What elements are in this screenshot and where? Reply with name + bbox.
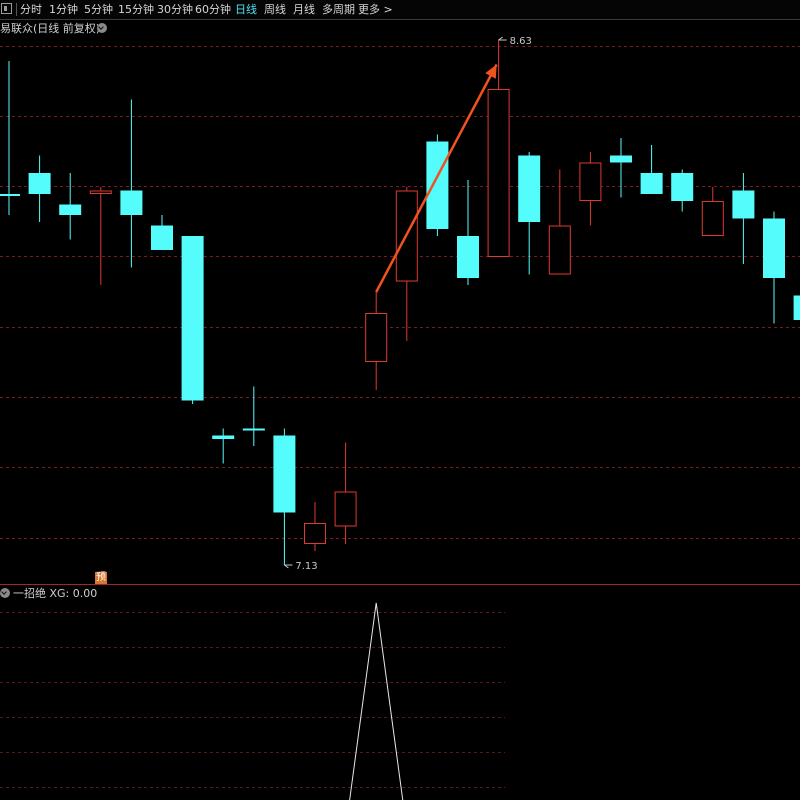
candle <box>395 187 418 341</box>
low-marker-icon <box>284 564 293 569</box>
candle-body <box>640 173 663 194</box>
candle-body <box>548 225 571 275</box>
low-price-label: 7.13 <box>295 561 317 572</box>
candlestick-chart[interactable]: 8.63 7.13 <box>0 19 800 585</box>
candle-body <box>0 194 20 196</box>
candle <box>334 442 357 544</box>
candle-body <box>365 313 388 362</box>
candle-body <box>487 89 510 257</box>
candle <box>242 386 265 446</box>
candle <box>304 502 326 551</box>
candles <box>0 40 800 565</box>
tab-monthly[interactable]: 月线 <box>293 3 315 16</box>
candle-body <box>181 236 204 401</box>
candle <box>212 428 235 464</box>
candle-body <box>304 523 326 544</box>
tab-timeshare[interactable]: 分时 <box>20 3 42 16</box>
candle-body <box>426 141 449 229</box>
candle-body <box>273 435 296 513</box>
tab-more[interactable]: 更多 > <box>358 3 393 16</box>
candle-body <box>763 218 785 278</box>
main-grid <box>0 46 800 539</box>
candle-body <box>732 190 755 219</box>
tab-60min[interactable]: 60分钟 <box>195 3 231 16</box>
forecast-badge: 预 <box>95 572 107 584</box>
candle <box>701 187 724 236</box>
candle <box>59 173 82 240</box>
candle-body <box>59 204 82 215</box>
candle <box>365 292 388 390</box>
candle-body <box>120 190 143 215</box>
candle-body <box>671 173 694 201</box>
tab-5min[interactable]: 5分钟 <box>84 3 113 16</box>
candle-body <box>334 491 357 527</box>
candle-body <box>701 201 724 236</box>
candle <box>763 211 785 324</box>
candle <box>181 236 204 404</box>
candle <box>28 155 51 222</box>
tab-1min[interactable]: 1分钟 <box>49 3 78 16</box>
period-toolbar: 分时 1分钟 5分钟 15分钟 30分钟 60分钟 日线 周线 月线 多周期 更… <box>0 0 800 20</box>
tab-multi-period[interactable]: 多周期 <box>322 3 355 16</box>
candle <box>426 134 449 236</box>
high-price-label: 8.63 <box>510 36 532 47</box>
indicator-chart[interactable] <box>0 585 800 800</box>
toolbar-separator <box>16 3 17 16</box>
candle <box>579 152 602 226</box>
candle <box>151 215 173 250</box>
indicator-grid <box>0 612 505 788</box>
candle-body <box>151 225 173 250</box>
panel-toggle-icon[interactable] <box>1 3 12 14</box>
tab-daily[interactable]: 日线 <box>235 3 257 16</box>
candle <box>120 99 143 268</box>
candle-body <box>89 190 112 194</box>
candle <box>273 428 296 565</box>
candle-body <box>242 428 265 431</box>
tab-30min[interactable]: 30分钟 <box>157 3 193 16</box>
candle <box>89 187 112 285</box>
candle <box>457 180 479 285</box>
candle <box>640 145 663 194</box>
xg-signal-line <box>349 602 404 800</box>
candle <box>671 169 694 212</box>
high-marker-icon <box>498 36 507 41</box>
tab-weekly[interactable]: 周线 <box>264 3 286 16</box>
candle-body <box>518 155 541 222</box>
tab-15min[interactable]: 15分钟 <box>118 3 154 16</box>
candle-body <box>457 236 479 278</box>
candle-body <box>579 162 602 201</box>
candle <box>548 169 571 275</box>
candle <box>0 61 20 215</box>
candle <box>610 138 632 198</box>
candle-body <box>793 295 800 320</box>
candle-body <box>212 435 235 439</box>
candle-body <box>28 173 51 194</box>
candle-body <box>610 155 632 163</box>
